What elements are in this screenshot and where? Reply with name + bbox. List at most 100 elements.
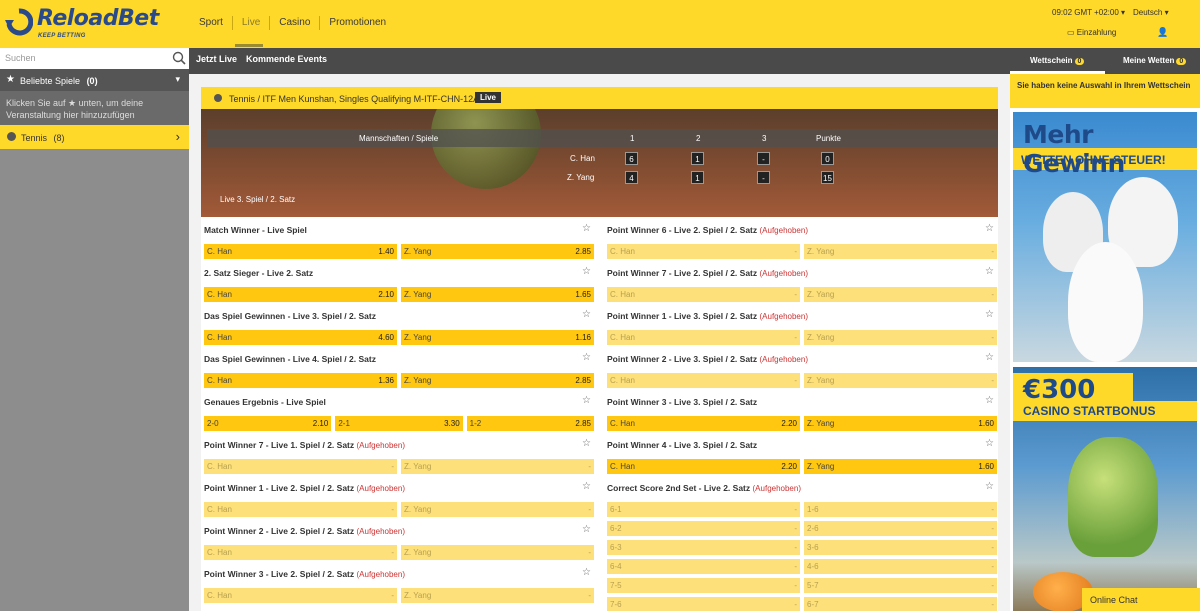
odds-row: C. Han - Z. Yang - [204,588,594,603]
odds-button[interactable]: Z. Yang - [804,373,997,388]
tab-wettschein[interactable]: Wettschein 0 [1030,56,1085,65]
odds-value: - [588,548,591,557]
odds-button[interactable]: 6-2 - [607,521,800,536]
tab-jetzt-live[interactable]: Jetzt Live [196,54,237,64]
tab-kommende-events[interactable]: Kommende Events [246,54,327,64]
favorite-star-icon[interactable]: ☆ [582,395,591,406]
odds-button[interactable]: C. Han - [607,287,800,302]
odds-button[interactable]: C. Han - [204,545,397,560]
odds-button[interactable]: 3-6 - [804,540,997,555]
favorite-star-icon[interactable]: ☆ [985,395,994,406]
promo-banner-casino[interactable]: €300 CASINO STARTBONUS [1013,367,1197,611]
selection-name: 3-6 [807,543,819,552]
odds-button[interactable]: C. Han 2.20 [607,416,800,431]
promo-banner-steuer[interactable]: Mehr Gewinn WETTEN OHNE STEUER! [1013,112,1197,362]
tennis-ball-icon [7,132,16,141]
tab-meine-wetten[interactable]: Meine Wetten 0 [1123,56,1187,65]
header-punkte: Punkte [816,134,841,143]
search-input[interactable]: Suchen [0,48,189,69]
clock-timezone-selector[interactable]: 09:02 GMT +02:00 ▾ [1052,8,1125,17]
selection-name: Z. Yang [404,591,432,600]
odds-button[interactable]: C. Han - [204,588,397,603]
user-icon[interactable]: 👤 [1157,27,1168,38]
nav-sport[interactable]: Sport [190,16,232,30]
odds-button[interactable]: C. Han 2.10 [204,287,397,302]
search-icon[interactable] [172,51,186,65]
online-chat-button[interactable]: Online Chat [1082,588,1200,611]
favorite-star-icon[interactable]: ☆ [582,266,591,277]
odds-button[interactable]: Z. Yang 1.60 [804,416,997,431]
odds-button[interactable]: 6-1 - [607,502,800,517]
odds-button[interactable]: Z. Yang - [804,244,997,259]
language-selector[interactable]: Deutsch ▾ [1133,8,1169,17]
reload-logo-icon [5,8,33,36]
odds-button[interactable]: Z. Yang 2.85 [401,244,594,259]
odds-button[interactable]: Z. Yang - [401,502,594,517]
nav-promotionen[interactable]: Promotionen [319,16,395,30]
odds-button[interactable]: 2-6 - [804,521,997,536]
odds-button[interactable]: 6-3 - [607,540,800,555]
main-content: Tennis / ITF Men Kunshan, Singles Qualif… [189,74,1010,611]
odds-button[interactable]: C. Han 4.60 [204,330,397,345]
odds-button[interactable]: 4-6 - [804,559,997,574]
odds-button[interactable]: C. Han - [204,502,397,517]
favorite-star-icon[interactable]: ☆ [985,266,994,277]
odds-button[interactable]: 7-5 - [607,578,800,593]
sidebar-item-tennis[interactable]: Tennis (8) › [0,125,189,149]
odds-button[interactable]: 5-7 - [804,578,997,593]
odds-button[interactable]: C. Han 1.36 [204,373,397,388]
favorite-star-icon[interactable]: ☆ [582,309,591,320]
odds-button[interactable]: Z. Yang 1.60 [804,459,997,474]
nav-live[interactable]: Live [231,16,269,30]
odds-button[interactable]: Z. Yang - [401,459,594,474]
selection-name: 2-0 [207,419,219,428]
odds-value: - [991,505,994,514]
odds-button[interactable]: Z. Yang 2.85 [401,373,594,388]
odds-button[interactable]: 6-7 - [804,597,997,611]
favorite-star-icon[interactable]: ☆ [985,223,994,234]
odds-button[interactable]: Z. Yang - [804,287,997,302]
odds-button[interactable]: C. Han - [607,373,800,388]
odds-button[interactable]: 1-6 - [804,502,997,517]
odds-button[interactable]: C. Han - [607,330,800,345]
favorite-star-icon[interactable]: ☆ [582,524,591,535]
deposit-button[interactable]: ▭ Einzahlung [1067,28,1116,37]
favorites-header[interactable]: ★ Beliebte Spiele (0) ▾ [0,69,189,91]
favorite-star-icon[interactable]: ☆ [985,481,994,492]
favorite-star-icon[interactable]: ☆ [582,567,591,578]
favorite-star-icon[interactable]: ☆ [582,481,591,492]
favorite-star-icon[interactable]: ☆ [582,352,591,363]
odds-button[interactable]: C. Han 2.20 [607,459,800,474]
odds-button[interactable]: Z. Yang 1.65 [401,287,594,302]
odds-button[interactable]: C. Han - [607,244,800,259]
reloadbet-logo[interactable]: ReloadBet KEEP BETTING [5,6,159,42]
favorite-star-icon[interactable]: ☆ [985,352,994,363]
tab-wettschein-label: Wettschein [1030,56,1073,65]
points-score: 0 [821,152,834,165]
odds-button[interactable]: C. Han 1.40 [204,244,397,259]
odds-button[interactable]: 6-4 - [607,559,800,574]
odds-button[interactable]: Z. Yang - [401,545,594,560]
odds-button[interactable]: 2-1 3.30 [335,416,463,431]
market-correct-score: Correct Score 2nd Set - Live 2. Satz (Au… [604,479,997,611]
favorite-star-icon[interactable]: ☆ [582,438,591,449]
wettschein-count-badge: 0 [1074,58,1085,65]
odds-value: - [794,600,797,609]
odds-button[interactable]: 1-2 2.85 [466,416,594,431]
market-title: Match Winner - Live Spiel [204,225,307,235]
correct-score-row: 6-3 - 3-6 - [607,540,997,555]
promo-subtitle: CASINO STARTBONUS [1023,404,1156,418]
favorite-star-icon[interactable]: ☆ [985,438,994,449]
selection-name: Z. Yang [404,548,432,557]
suspended-label: (Aufgehoben) [356,441,405,450]
odds-button[interactable]: 2-0 2.10 [204,416,332,431]
market: Point Winner 4 - Live 3. Spiel / 2. Satz… [604,436,997,479]
favorite-star-icon[interactable]: ☆ [985,309,994,320]
odds-button[interactable]: C. Han - [204,459,397,474]
odds-button[interactable]: Z. Yang - [401,588,594,603]
nav-casino[interactable]: Casino [269,16,319,30]
favorite-star-icon[interactable]: ☆ [582,223,591,234]
odds-button[interactable]: Z. Yang 1.16 [401,330,594,345]
odds-button[interactable]: 7-6 - [607,597,800,611]
odds-button[interactable]: Z. Yang - [804,330,997,345]
